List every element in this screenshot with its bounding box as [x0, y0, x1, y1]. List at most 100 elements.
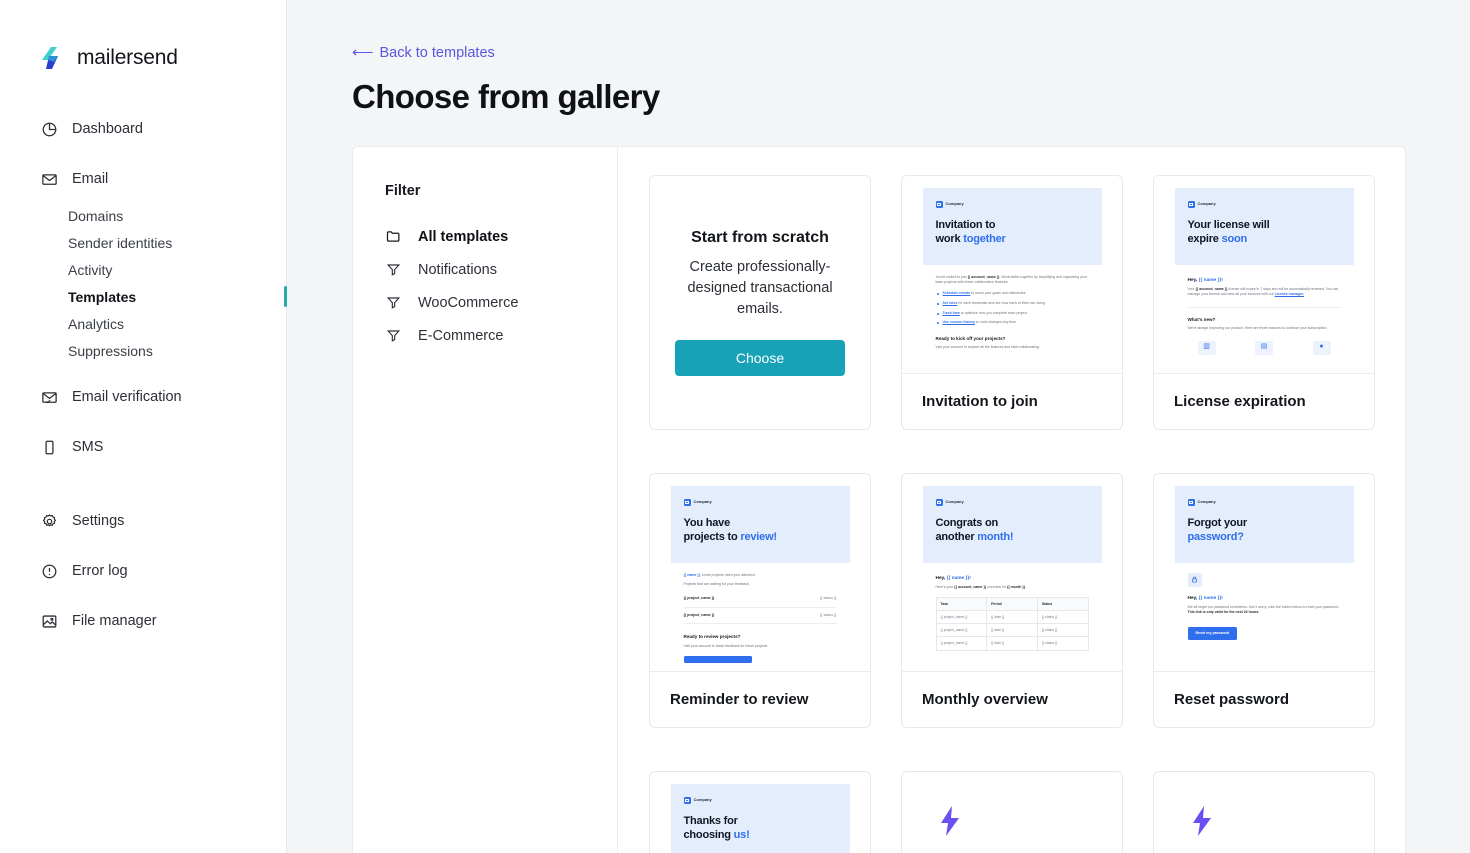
page-title: Choose from gallery: [352, 78, 1406, 116]
preview-hero-line1: Invitation to: [936, 219, 996, 231]
filter-item-notifications[interactable]: Notifications: [385, 253, 617, 286]
mailersend-bolt-logo-icon: [40, 46, 66, 70]
sidebar-item-email-verification[interactable]: Email verification: [0, 380, 286, 414]
preview-feature-icons: ▥ ▤ ●: [1188, 341, 1341, 355]
project-status: {{ status }}: [820, 613, 836, 619]
template-card-title: Monthly overview: [902, 671, 1122, 727]
preview-greeting: Hey,: [1188, 278, 1199, 283]
table-cell: {{ status }}: [1038, 611, 1088, 623]
template-card-reset-password[interactable]: Company Forgot your password?: [1153, 473, 1375, 728]
preview-footer-text: Visit your account to leave feedback for…: [684, 644, 837, 649]
sidebar-item-settings[interactable]: Settings: [0, 504, 286, 538]
company-logo-icon: [936, 201, 943, 208]
sidebar-item-activity[interactable]: Activity: [0, 256, 286, 283]
template-card-license-expiration[interactable]: Company Your license will expire soon: [1153, 175, 1375, 430]
person-icon: ●: [1313, 341, 1331, 355]
template-card-bonus-credits[interactable]: You've got bonus credits!: [901, 771, 1123, 853]
template-gallery: Start from scratch Create professionally…: [618, 147, 1405, 853]
choose-button[interactable]: Choose: [675, 340, 845, 376]
sidebar-item-sender-identities[interactable]: Sender identities: [0, 229, 286, 256]
sidebar-item-dashboard[interactable]: Dashboard: [0, 112, 286, 146]
preview-footer-heading: Ready to kick off your projects?: [936, 335, 1089, 342]
preview-hero-line2: another: [936, 531, 978, 543]
image-file-icon: [40, 612, 58, 630]
template-card-order-delivered[interactable]: Your order has been delivered!: [1153, 771, 1375, 853]
bullet-link: Set roles: [943, 301, 958, 305]
template-card-thanks-for-choosing[interactable]: Company Thanks for choosing us!: [649, 771, 871, 853]
sidebar-item-label: Email: [72, 171, 108, 187]
sidebar: mailersend Dashboard Email: [0, 0, 287, 853]
preview-data-table: Task Period Status {{ project_name }} {{…: [936, 597, 1089, 650]
template-grid: Start from scratch Create professionally…: [649, 175, 1375, 853]
preview-brand: Company: [946, 201, 964, 207]
nav-spacer: [0, 588, 286, 604]
gallery-panel: Filter All templates: [352, 146, 1406, 853]
sidebar-item-label: File manager: [72, 613, 157, 629]
table-cell: {{ status }}: [1038, 637, 1088, 649]
preview-body-var: {{ account_name }}: [1196, 287, 1228, 291]
app-root: mailersend Dashboard Email: [0, 0, 1470, 853]
preview-hero-line2: choosing: [684, 829, 734, 841]
primary-navigation: Dashboard Email Domains Sender identitie…: [0, 112, 286, 638]
back-to-templates-link[interactable]: ⟵ Back to templates: [352, 45, 495, 61]
start-from-scratch-card[interactable]: Start from scratch Create professionally…: [649, 175, 871, 430]
template-thumbnail: Your order has been delivered!: [1154, 772, 1374, 853]
mobile-phone-icon: [40, 438, 58, 456]
main-content: ⟵ Back to templates Choose from gallery …: [287, 0, 1470, 853]
subitem-label: Activity: [68, 262, 112, 278]
sidebar-item-sms[interactable]: SMS: [0, 430, 286, 464]
preview-project-row: {{ project_name }} {{ status }}: [684, 591, 837, 608]
template-card-title: Invitation to join: [902, 373, 1122, 429]
funnel-icon: [385, 295, 401, 311]
preview-intro-line2: Projects that are waiting for your feedb…: [684, 582, 837, 587]
preview-hero-line1: Your license will: [1188, 219, 1270, 231]
filter-item-e-commerce[interactable]: E-Commerce: [385, 319, 617, 352]
filter-item-woocommerce[interactable]: WooCommerce: [385, 286, 617, 319]
preview-hero-line1: Congrats on: [936, 517, 999, 529]
preview-bullet: Use version history to undo changes any …: [936, 320, 1089, 325]
table-cell: {{ project_name }}: [937, 624, 988, 636]
brand-logo[interactable]: mailersend: [0, 40, 286, 76]
filter-item-label: E-Commerce: [418, 328, 503, 344]
sidebar-item-file-manager[interactable]: File manager: [0, 604, 286, 638]
column-header: Status: [1038, 598, 1088, 610]
funnel-icon: [385, 328, 401, 344]
bullet-rest: to reach your goals and milestones.: [970, 291, 1026, 295]
template-card-invitation-to-join[interactable]: Company Invitation to work together: [901, 175, 1123, 430]
brand-name: mailersend: [77, 46, 178, 70]
sidebar-item-domains[interactable]: Domains: [0, 202, 286, 229]
preview-greeting: Hey,: [1188, 596, 1199, 601]
preview-reset-password-button: Reset my password: [1188, 627, 1238, 641]
sidebar-item-label: Dashboard: [72, 121, 143, 137]
preview-hero-accent: together: [963, 233, 1005, 245]
preview-brand: Company: [1198, 499, 1216, 505]
filter-item-all-templates[interactable]: All templates: [385, 220, 617, 253]
preview-hero-accent: password?: [1188, 531, 1244, 543]
table-cell: {{ date }}: [987, 637, 1038, 649]
preview-brand: Company: [946, 499, 964, 505]
preview-hero-accent: soon: [1222, 233, 1247, 245]
preview-body-var: {{ account_name }}: [954, 585, 986, 589]
template-card-monthly-overview[interactable]: Company Congrats on another month!: [901, 473, 1123, 728]
preview-hero-line1: Thanks for: [684, 815, 738, 827]
active-indicator: [284, 286, 287, 307]
sidebar-item-templates[interactable]: Templates: [0, 283, 286, 310]
pie-chart-icon: [40, 120, 58, 138]
sidebar-item-suppressions[interactable]: Suppressions: [0, 337, 286, 364]
template-card-reminder-to-review[interactable]: Company You have projects to review!: [649, 473, 871, 728]
preview-brand: Company: [694, 499, 712, 505]
project-status: {{ status }}: [820, 596, 836, 602]
envelope-icon: [40, 170, 58, 188]
sidebar-item-analytics[interactable]: Analytics: [0, 310, 286, 337]
table-cell: {{ date }}: [987, 624, 1038, 636]
table-cell: {{ project_name }}: [937, 611, 988, 623]
preview-hero-line1: Forgot your: [1188, 517, 1248, 529]
sidebar-item-error-log[interactable]: Error log: [0, 554, 286, 588]
bullet-rest: to optimize how you complete each projec…: [960, 311, 1028, 315]
lock-icon: [1188, 573, 1202, 587]
sidebar-item-email[interactable]: Email: [0, 162, 286, 196]
preview-body-pre: Your: [1188, 287, 1196, 291]
column-header: Task: [937, 598, 988, 610]
preview-greeting-var: {{ name }}!: [1199, 278, 1223, 283]
scratch-description: Create professionally-designed transacti…: [676, 257, 844, 320]
